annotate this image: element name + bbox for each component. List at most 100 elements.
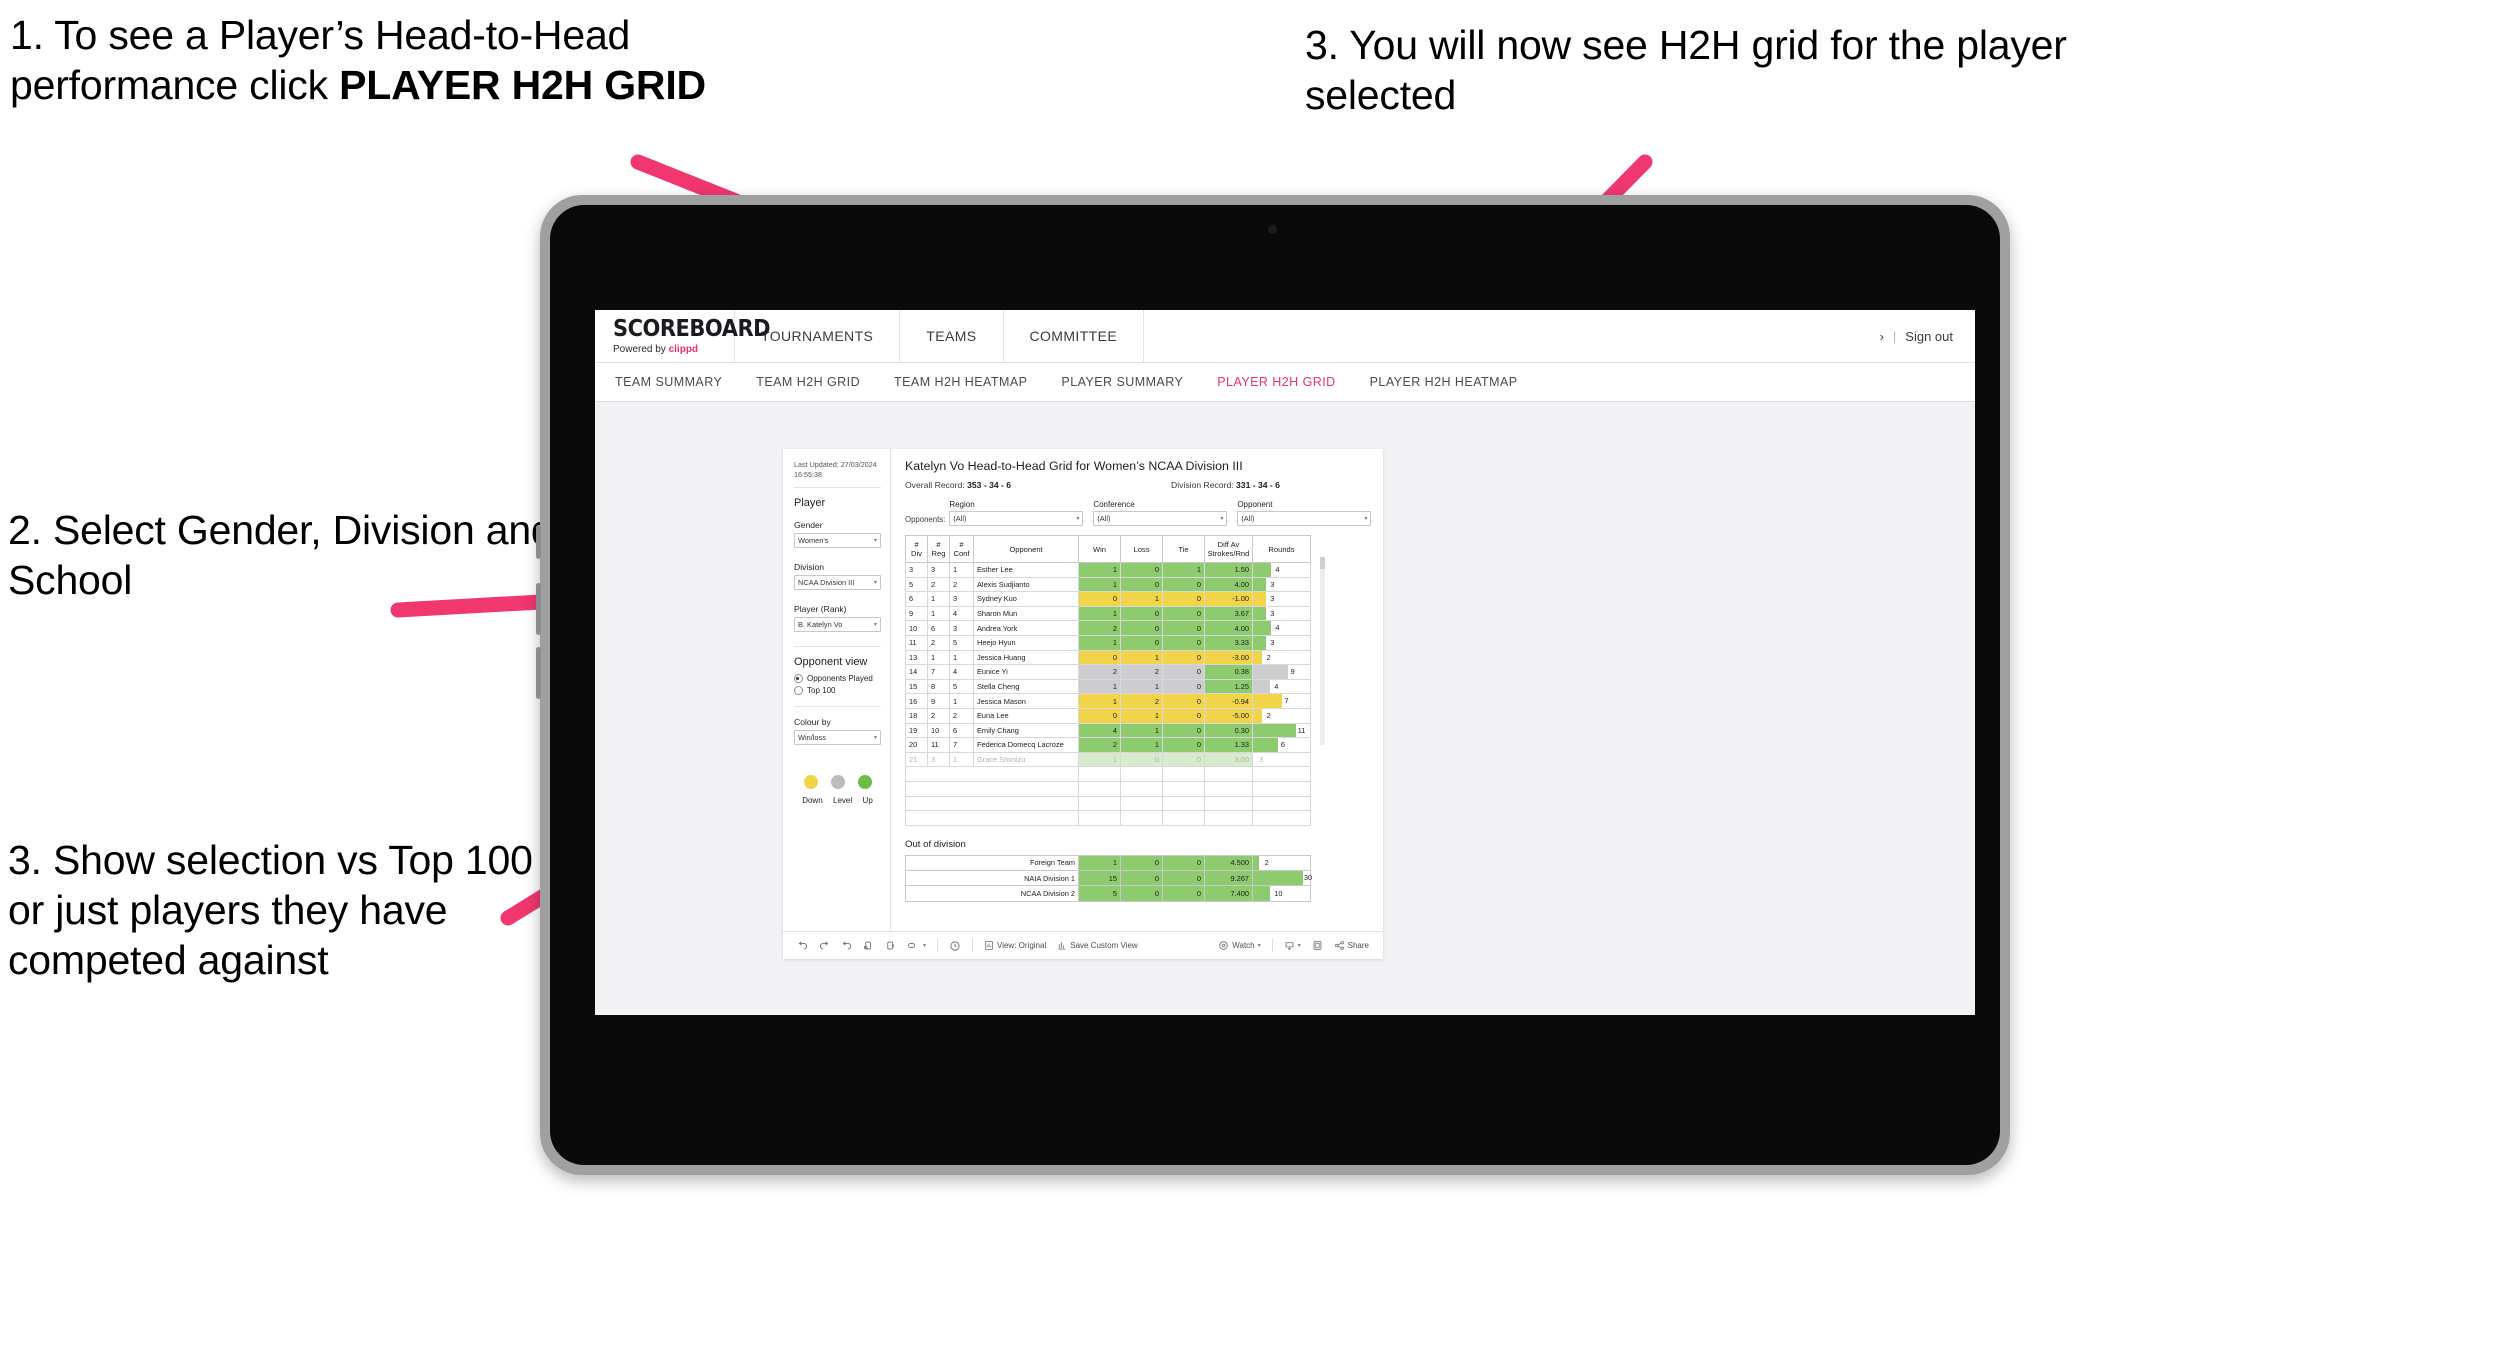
- tab-team-h2h-grid[interactable]: TEAM H2H GRID: [756, 375, 860, 389]
- legend-label-up: Up: [862, 796, 873, 806]
- filter-region-select[interactable]: (All) ▾: [949, 511, 1084, 526]
- colour-by-select[interactable]: Win/loss ▾: [794, 730, 881, 746]
- share-button[interactable]: Share: [1334, 940, 1369, 951]
- refresh-icon[interactable]: [863, 940, 874, 951]
- highlight-icon[interactable]: ▾: [907, 940, 926, 951]
- table-row[interactable]: 6 1 3 Sydney Kuo 0 1 0 -1.00 3: [905, 591, 1311, 607]
- cell-opponent: Stella Cheng: [973, 678, 1079, 695]
- filter-conference-value: (All): [1097, 514, 1111, 523]
- radio-opponents-played[interactable]: Opponents Played: [794, 674, 881, 684]
- cell-reg: 11: [927, 737, 950, 753]
- table-row-empty: [905, 780, 1311, 797]
- cell-opponent: Heejo Hyun: [973, 634, 1079, 651]
- watch-button[interactable]: Watch ▾: [1218, 940, 1261, 951]
- table-row[interactable]: 9 1 4 Sharon Mun 1 0 0 3.67 3: [905, 605, 1311, 622]
- legend-dot-level: [830, 775, 845, 790]
- cell-empty-win: [1078, 766, 1121, 782]
- out-of-division-row[interactable]: NCAA Division 2 5 0 0 7.400 10: [905, 885, 1311, 902]
- cell-div: 16: [905, 693, 928, 709]
- division-select[interactable]: NCAA Division III ▾: [794, 575, 881, 591]
- cell-loss: 1: [1120, 591, 1163, 607]
- table-scrollbar-thumb[interactable]: [1320, 557, 1325, 569]
- topnav-item-teams[interactable]: TEAMS: [900, 310, 1004, 362]
- table-row[interactable]: 10 6 3 Andrea York 2 0 0 4.00 4: [905, 620, 1311, 636]
- cell-win: 1: [1078, 751, 1121, 768]
- out-of-division-row[interactable]: Foreign Team 1 0 0 4.500 2: [905, 854, 1311, 872]
- sign-out-link[interactable]: Sign out: [1905, 329, 1953, 344]
- control-divider-2: [794, 646, 881, 648]
- cell-empty-left: [905, 780, 1079, 797]
- cell-div: 6: [905, 591, 928, 607]
- undo-icon[interactable]: [797, 940, 808, 951]
- app-top-bar: SCOREBOARD Powered by clippd TOURNAMENTS…: [595, 310, 1975, 363]
- tab-player-h2h-heatmap[interactable]: PLAYER H2H HEATMAP: [1370, 375, 1518, 389]
- account-chevron-icon[interactable]: ›: [1880, 329, 1884, 344]
- cell-opponent: Euna Lee: [973, 707, 1079, 724]
- radio-unselected-icon: [794, 686, 803, 696]
- download-icon[interactable]: ▾: [1284, 940, 1301, 951]
- save-custom-view-button[interactable]: Save Custom View: [1057, 940, 1138, 951]
- table-row[interactable]: 15 8 5 Stella Cheng 1 1 0 1.25 4: [905, 678, 1311, 695]
- cell-diff: -0.94: [1204, 693, 1253, 709]
- cell-empty-loss: [1120, 766, 1163, 782]
- app-logo[interactable]: SCOREBOARD Powered by clippd: [595, 310, 771, 362]
- filter-opponent-select[interactable]: (All) ▾: [1237, 511, 1372, 526]
- table-row[interactable]: 13 1 1 Jessica Huang 0 1 0 -3.00 2: [905, 649, 1311, 666]
- tab-team-h2h-heatmap[interactable]: TEAM H2H HEATMAP: [894, 375, 1027, 389]
- table-row[interactable]: 20 11 7 Federica Domecq Lacroze 2 1 0 1.33 6: [905, 737, 1311, 753]
- tab-team-summary[interactable]: TEAM SUMMARY: [615, 375, 722, 389]
- table-row[interactable]: 14 7 4 Eunice Yi 2 2 0 0.38 9: [905, 664, 1311, 680]
- gender-select[interactable]: Women's ▾: [794, 533, 881, 549]
- tab-player-summary[interactable]: PLAYER SUMMARY: [1061, 375, 1183, 389]
- cell-win: 1: [1078, 634, 1121, 651]
- redo-icon[interactable]: [819, 940, 830, 951]
- cell-empty-rounds: [1252, 780, 1311, 797]
- cell-win: 1: [1078, 605, 1121, 622]
- cell-div: 3: [905, 562, 928, 578]
- table-row[interactable]: 5 2 2 Alexis Sudjianto 1 0 0 4.00 3: [905, 576, 1311, 593]
- table-row-partial[interactable]: 21 3 1 Grace Shimizu 1 0 0 3.00 3: [905, 751, 1311, 768]
- cell-reg: 6: [927, 620, 950, 636]
- cell-reg: 3: [927, 751, 950, 768]
- topnav-item-committee[interactable]: COMMITTEE: [1004, 310, 1145, 362]
- view-original-button[interactable]: View: Original: [984, 940, 1046, 951]
- cell-ood-rounds: 2: [1252, 854, 1311, 872]
- cell-div: 15: [905, 678, 928, 695]
- cell-tie: 0: [1162, 678, 1205, 695]
- toolbar-divider-2: [972, 939, 974, 952]
- tablet-device-frame: SCOREBOARD Powered by clippd TOURNAMENTS…: [536, 195, 2010, 1175]
- cell-rounds: 4: [1252, 678, 1311, 695]
- table-row[interactable]: 3 3 1 Esther Lee 1 0 1 1.50 4: [905, 562, 1311, 578]
- chevron-down-icon: ▾: [1220, 516, 1224, 522]
- division-field-label: Division: [794, 562, 825, 573]
- tablet-side-button-1: [536, 525, 541, 559]
- app-logo-subtitle: Powered by clippd: [613, 344, 734, 355]
- cell-conf: 4: [949, 664, 974, 680]
- out-of-division-row[interactable]: NAIA Division 1 15 0 0 9.267 30: [905, 870, 1312, 887]
- filter-conference-select[interactable]: (All) ▾: [1093, 511, 1228, 526]
- tab-player-h2h-grid[interactable]: PLAYER H2H GRID: [1217, 375, 1335, 389]
- rounds-bar: [1253, 651, 1262, 664]
- cell-diff: 1.33: [1204, 737, 1253, 753]
- control-divider-1: [794, 487, 881, 489]
- table-row[interactable]: 11 2 5 Heejo Hyun 1 0 0 3.33 3: [905, 634, 1311, 651]
- cell-conf: 3: [949, 591, 974, 607]
- table-row-empty: [905, 766, 1311, 782]
- overall-record: Overall Record: 353 - 34 - 6: [905, 480, 1011, 490]
- chevron-down-icon: ▾: [873, 735, 877, 742]
- fullscreen-icon[interactable]: [1312, 940, 1323, 951]
- pause-icon[interactable]: [885, 940, 896, 951]
- table-row[interactable]: 19 10 6 Emily Chang 4 1 0 0.30 11: [905, 722, 1311, 739]
- table-row[interactable]: 18 2 2 Euna Lee 0 1 0 -5.00 2: [905, 707, 1311, 724]
- cell-opponent: Sydney Kuo: [973, 591, 1079, 607]
- rounds-bar: [1253, 855, 1260, 871]
- cell-div: 14: [905, 664, 928, 680]
- clock-icon[interactable]: [949, 940, 961, 952]
- revert-icon[interactable]: [841, 940, 852, 951]
- table-vertical-scrollbar[interactable]: [1320, 557, 1325, 745]
- table-row[interactable]: 16 9 1 Jessica Mason 1 2 0 -0.94 7: [905, 693, 1311, 709]
- player-rank-select[interactable]: B. Katelyn Vo ▾: [794, 617, 881, 633]
- cell-tie: 0: [1162, 620, 1205, 636]
- radio-top-100[interactable]: Top 100: [794, 686, 881, 696]
- cell-rounds: 2: [1252, 649, 1311, 666]
